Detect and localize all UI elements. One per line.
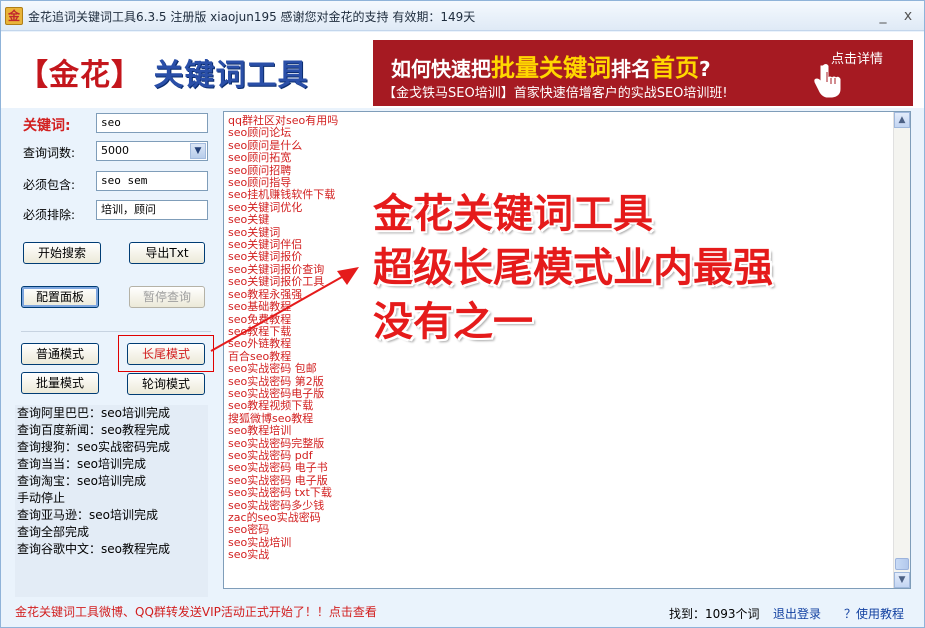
close-button[interactable]: x bbox=[899, 8, 917, 24]
vertical-scrollbar[interactable]: ▲ ▼ bbox=[893, 112, 910, 588]
logout-link[interactable]: 退出登录 bbox=[773, 605, 821, 622]
banner-headline: 如何快速把批量关键词排名首页? bbox=[391, 48, 711, 83]
promo-banner[interactable]: 如何快速把批量关键词排名首页? 【金戈铁马SEO培训】首家快速倍增客户的实战SE… bbox=[373, 40, 913, 106]
longtail-mode-button[interactable]: 长尾模式 bbox=[127, 343, 205, 365]
result-item: seo实战密码完整版 bbox=[228, 436, 325, 450]
result-item: qq群社区对seo有用吗 bbox=[228, 115, 339, 127]
left-panel: 关键词: seo 查询词数: 5000 ▼ 必须包含: seo sem 必须排除… bbox=[1, 109, 223, 599]
log-line: 查询百度新闻：seo教程完成 bbox=[17, 423, 170, 437]
rotate-mode-button[interactable]: 轮询模式 bbox=[127, 373, 205, 395]
result-item: 搜狐微博seo教程 bbox=[228, 411, 314, 425]
config-panel-button[interactable]: 配置面板 bbox=[21, 286, 99, 308]
result-item: seo实战密码 第2版 bbox=[228, 374, 324, 388]
divider bbox=[21, 331, 211, 332]
chevron-down-icon[interactable]: ▼ bbox=[190, 143, 206, 159]
help-link[interactable]: ？使用教程 bbox=[844, 605, 904, 622]
batch-mode-button[interactable]: 批量模式 bbox=[21, 372, 99, 394]
result-item: seo基础教程 bbox=[228, 300, 292, 314]
result-item: seo顾问拓宽 bbox=[228, 151, 292, 165]
result-item: zac的seo实战密码 bbox=[228, 511, 321, 524]
result-item: seo外链教程 bbox=[228, 337, 292, 351]
result-item: seo实战密码 电子书 bbox=[228, 461, 328, 475]
logo-left-bracket: 【 bbox=[18, 58, 49, 93]
log-line: 查询搜狗：seo实战密码完成 bbox=[17, 440, 170, 454]
exclude-input[interactable]: 培训，顾问 bbox=[96, 200, 208, 220]
header: 【金花】 关键词工具 如何快速把批量关键词排名首页? 【金戈铁马SEO培训】首家… bbox=[1, 32, 924, 108]
count-label: 查询词数: bbox=[23, 146, 76, 160]
promo-link[interactable]: 金花关键词工具微博、QQ群转发送VIP活动正式开始了！！点击查看 bbox=[15, 603, 377, 620]
log-line: 查询淘宝：seo培训完成 bbox=[17, 474, 146, 488]
scroll-up-arrow-icon[interactable]: ▲ bbox=[894, 112, 910, 128]
result-item: seo密码 bbox=[228, 523, 270, 537]
scroll-thumb[interactable] bbox=[895, 558, 909, 570]
result-item: seo实战密码电子版 bbox=[228, 386, 325, 400]
start-search-button[interactable]: 开始搜索 bbox=[23, 242, 101, 264]
result-item: seo实战 bbox=[228, 548, 270, 562]
log-line: 查询谷歌中文：seo教程完成 bbox=[17, 542, 170, 556]
app-logo: 【金花】 关键词工具 bbox=[18, 50, 308, 94]
found-count: 找到：1093个词 bbox=[669, 607, 760, 621]
include-input[interactable]: seo sem bbox=[96, 171, 208, 191]
result-item: seo实战密码 txt下载 bbox=[228, 486, 332, 500]
banner-highlight-1: 批量关键词 bbox=[491, 54, 611, 82]
keyword-input[interactable]: seo bbox=[96, 113, 208, 133]
banner-text-c: ? bbox=[699, 57, 711, 81]
overlay-headline-2: 超级长尾模式业内最强 bbox=[373, 244, 773, 291]
count-select[interactable]: 5000 ▼ bbox=[96, 141, 208, 161]
result-item: seo实战密码多少钱 bbox=[228, 498, 325, 512]
status-bar: 金花关键词工具微博、QQ群转发送VIP活动正式开始了！！点击查看 找到：1093… bbox=[1, 599, 924, 627]
result-item: seo免费教程 bbox=[228, 312, 292, 326]
logo-tool-text: 关键词工具 bbox=[153, 58, 309, 93]
banner-text-b: 排名 bbox=[611, 57, 651, 81]
result-item: seo教程下载 bbox=[228, 324, 292, 338]
window-title: 金花追词关键词工具6.3.5 注册版 xiaojun195 感谢您对金花的支持 … bbox=[28, 10, 476, 24]
minimize-button[interactable]: _ bbox=[874, 8, 892, 24]
result-item: seo顾问是什么 bbox=[228, 138, 303, 152]
result-item: 百合seo教程 bbox=[228, 349, 292, 363]
count-select-value: 5000 bbox=[101, 144, 129, 157]
banner-subline: 【金戈铁马SEO培训】首家快速倍增客户的实战SEO培训班! bbox=[383, 86, 728, 101]
result-item: seo顾问招聘 bbox=[228, 163, 292, 177]
exclude-label: 必须排除: bbox=[23, 208, 76, 222]
scroll-down-arrow-icon[interactable]: ▼ bbox=[894, 572, 910, 588]
log-line: 查询亚马逊：seo培训完成 bbox=[17, 508, 158, 522]
result-item: seo教程视频下载 bbox=[228, 399, 314, 413]
result-item: seo实战培训 bbox=[228, 535, 292, 549]
result-item: seo顾问论坛 bbox=[228, 126, 292, 140]
app-window: 金 金花追词关键词工具6.3.5 注册版 xiaojun195 感谢您对金花的支… bbox=[0, 0, 925, 628]
result-item: seo教程培训 bbox=[228, 424, 292, 438]
app-logo-icon: 金 bbox=[5, 7, 23, 25]
hand-pointer-icon bbox=[814, 64, 841, 98]
overlay-headline-3: 没有之一 bbox=[373, 298, 533, 345]
logo-name: 金花 bbox=[49, 58, 111, 93]
log-line: 查询阿里巴巴：seo培训完成 bbox=[17, 406, 170, 420]
log-line: 查询当当：seo培训完成 bbox=[17, 457, 146, 471]
log-line: 查询全部完成 bbox=[17, 525, 90, 539]
result-item: seo实战密码 包邮 bbox=[228, 362, 317, 376]
log-line: 手动停止 bbox=[17, 491, 66, 505]
include-label: 必须包含: bbox=[23, 178, 76, 192]
keyword-label: 关键词: bbox=[23, 118, 71, 134]
status-log: 查询阿里巴巴：seo培训完成 查询百度新闻：seo教程完成 查询搜狗：seo实战… bbox=[15, 405, 208, 597]
overlay-headline-1: 金花关键词工具 bbox=[373, 190, 653, 237]
banner-cta[interactable]: 点击详情 bbox=[831, 48, 883, 67]
banner-text-a: 如何快速把 bbox=[391, 57, 491, 81]
logo-right-bracket: 】 bbox=[111, 58, 142, 93]
export-txt-button[interactable]: 导出Txt bbox=[129, 242, 205, 264]
title-bar: 金 金花追词关键词工具6.3.5 注册版 xiaojun195 感谢您对金花的支… bbox=[1, 1, 924, 31]
pause-query-button[interactable]: 暂停查询 bbox=[129, 286, 205, 308]
banner-highlight-2: 首页 bbox=[651, 54, 699, 82]
normal-mode-button[interactable]: 普通模式 bbox=[21, 343, 99, 365]
